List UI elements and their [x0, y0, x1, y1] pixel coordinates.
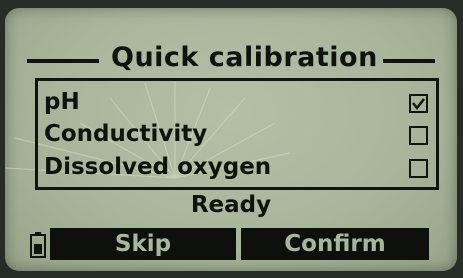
option-label: pH: [44, 89, 80, 115]
option-label: Dissolved oxygen: [44, 154, 272, 180]
battery-icon: [30, 232, 46, 258]
screen-title: Quick calibration: [111, 42, 378, 73]
device-bezel: Quick calibration pH Conductivity Dissol…: [0, 0, 463, 278]
skip-button[interactable]: Skip: [50, 228, 236, 260]
dissolved-oxygen-checkbox[interactable]: [409, 159, 428, 178]
ph-checkbox[interactable]: [409, 94, 428, 113]
calibration-options-list: pH Conductivity Dissolved oxygen: [35, 78, 439, 190]
check-mark-icon: [412, 98, 425, 111]
confirm-button[interactable]: Confirm: [241, 228, 429, 260]
option-dissolved-oxygen[interactable]: Dissolved oxygen: [44, 154, 434, 186]
option-conductivity[interactable]: Conductivity: [44, 121, 434, 153]
option-ph[interactable]: pH: [44, 89, 434, 121]
lcd-screen: Quick calibration pH Conductivity Dissol…: [5, 8, 457, 271]
status-text: Ready: [190, 192, 272, 218]
option-label: Conductivity: [44, 121, 208, 147]
title-divider-left: [27, 59, 99, 63]
screen-title-bar: Quick calibration: [27, 42, 435, 76]
conductivity-checkbox[interactable]: [409, 126, 428, 145]
title-divider-right: [383, 59, 435, 63]
